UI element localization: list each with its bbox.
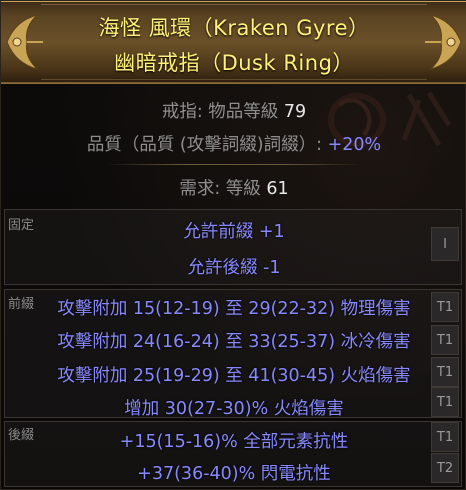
implicit-mod: 允許後綴 -1	[187, 258, 281, 278]
quality-line: 品質（品質 (攻擊詞綴)詞綴）: +20%	[86, 135, 382, 155]
item-name: 海怪 風環（Kraken Gyre）	[98, 16, 370, 40]
prefix-mod: 攻擊附加 15(12-19) 至 29(22-32) 物理傷害	[57, 299, 411, 319]
item-class-level: 戒指: 物品等級 79	[161, 102, 307, 122]
item-level-value: 79	[283, 102, 307, 122]
item-base-type: 幽暗戒指（Dusk Ring）	[114, 51, 354, 75]
prefix-mod: 攻擊附加 24(16-24) 至 33(25-37) 冰冷傷害	[57, 332, 411, 352]
implicit-mod: 允許前綴 +1	[183, 222, 285, 242]
item-tooltip: 海怪 風環（Kraken Gyre） 幽暗戒指（Dusk Ring） 戒指: 物…	[0, 0, 466, 490]
item-header: 海怪 風環（Kraken Gyre） 幽暗戒指（Dusk Ring）	[1, 1, 466, 84]
required-level-value: 61	[266, 179, 289, 199]
suffix-mod: +15(15-16)% 全部元素抗性	[119, 432, 349, 452]
requirements-line: 需求: 等級 61	[179, 179, 289, 199]
separator	[106, 164, 362, 165]
suffix-mod: +37(36-40)% 閃電抗性	[137, 464, 331, 484]
quality-value: +20%	[327, 135, 382, 155]
prefix-mod: 攻擊附加 25(19-29) 至 41(30-45) 火焰傷害	[57, 366, 411, 386]
prefix-mod: 增加 30(27-30)% 火焰傷害	[124, 399, 344, 419]
